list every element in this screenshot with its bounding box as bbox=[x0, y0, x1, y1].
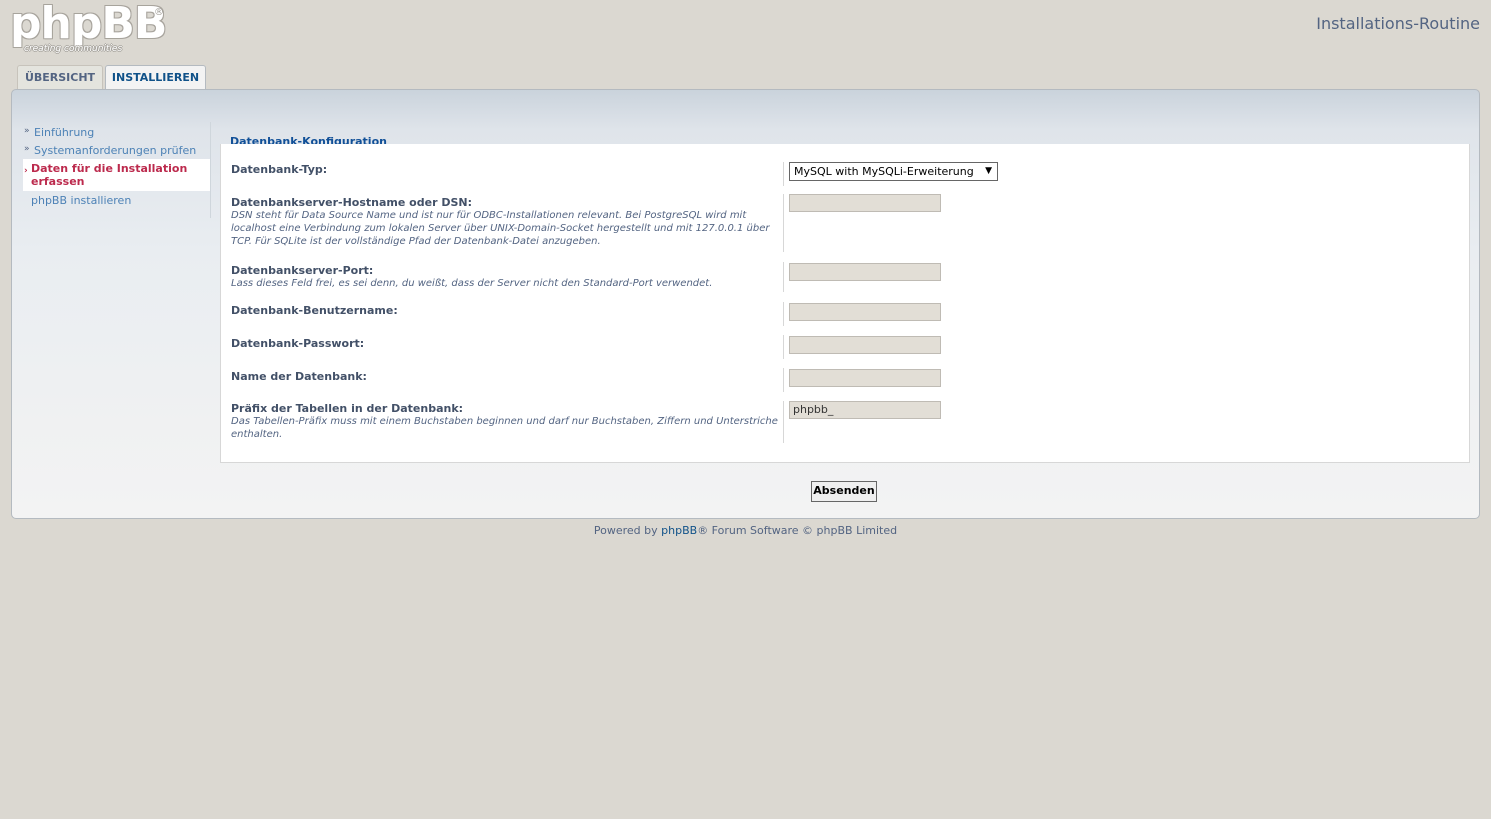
menu-item-label: Systemanforderungen prüfen bbox=[34, 144, 197, 157]
column-divider bbox=[783, 302, 784, 326]
db-host-input[interactable] bbox=[789, 194, 941, 212]
dropdown-caret-icon: ▼ bbox=[985, 166, 992, 176]
arrow-bullet-icon: › bbox=[24, 166, 28, 176]
table-prefix-input[interactable]: phpbb_ bbox=[789, 401, 941, 419]
db-port-input[interactable] bbox=[789, 263, 941, 281]
menu-item-label: Daten für die Installation erfassen bbox=[31, 162, 188, 188]
db-port-explain: Lass dieses Feld frei, es sei denn, du w… bbox=[231, 278, 713, 289]
logo[interactable]: phpBB ® creating communities bbox=[10, 0, 167, 56]
footer-phpbb-link[interactable]: phpBB bbox=[661, 524, 697, 537]
footer: Powered by phpBB® Forum Software © phpBB… bbox=[0, 524, 1491, 537]
menu-item-database-settings[interactable]: › Daten für die Installation erfassen bbox=[23, 159, 211, 191]
menu-item-install[interactable]: phpBB installieren bbox=[23, 191, 211, 209]
footer-suffix: ® Forum Software © phpBB Limited bbox=[697, 524, 898, 537]
row-db-port: Datenbankserver-Port: Lass dieses Feld f… bbox=[221, 262, 1469, 292]
menu-item-label: phpBB installieren bbox=[31, 194, 132, 207]
db-type-selected: MySQL with MySQLi-Erweiterung bbox=[794, 165, 974, 178]
db-host-label: Datenbankserver-Hostname oder DSN: bbox=[231, 196, 472, 209]
row-db-user: Datenbank-Benutzername: bbox=[221, 302, 1469, 326]
column-divider bbox=[783, 401, 784, 443]
db-name-label: Name der Datenbank: bbox=[231, 370, 367, 383]
checked-bullet-icon: » bbox=[24, 126, 30, 136]
tab-overview[interactable]: ÜBERSICHT bbox=[17, 65, 103, 90]
page-title: Installations-Routine bbox=[1316, 14, 1480, 33]
table-prefix-explain: Das Tabellen-Präfix muss mit einem Buchs… bbox=[231, 416, 778, 440]
row-db-type: Datenbank-Typ: MySQL with MySQLi-Erweite… bbox=[221, 162, 1469, 186]
db-password-input[interactable] bbox=[789, 336, 941, 354]
row-db-host: Datenbankserver-Hostname oder DSN: DSN s… bbox=[221, 194, 1469, 254]
menu-item-introduction[interactable]: » Einführung bbox=[23, 123, 211, 141]
row-db-password: Datenbank-Passwort: bbox=[221, 335, 1469, 359]
database-fieldset: Datenbank-Typ: MySQL with MySQLi-Erweite… bbox=[220, 144, 1470, 463]
db-name-input[interactable] bbox=[789, 369, 941, 387]
db-host-explain: DSN steht für Data Source Name und ist n… bbox=[231, 210, 770, 247]
menu-item-label: Einführung bbox=[34, 126, 95, 139]
db-password-label: Datenbank-Passwort: bbox=[231, 337, 365, 350]
row-db-name: Name der Datenbank: bbox=[221, 368, 1469, 392]
column-divider bbox=[783, 335, 784, 359]
db-type-label: Datenbank-Typ: bbox=[231, 163, 328, 176]
tab-install[interactable]: INSTALLIEREN bbox=[105, 65, 206, 91]
db-user-label: Datenbank-Benutzername: bbox=[231, 304, 398, 317]
logo-tagline: creating communities bbox=[24, 44, 123, 54]
column-divider bbox=[783, 262, 784, 292]
db-port-label: Datenbankserver-Port: bbox=[231, 264, 374, 277]
column-divider bbox=[783, 194, 784, 252]
logo-wordmark: phpBB bbox=[10, 0, 167, 49]
registered-mark: ® bbox=[154, 7, 164, 18]
db-type-select[interactable]: MySQL with MySQLi-Erweiterung ▼ bbox=[789, 162, 998, 181]
column-divider bbox=[783, 368, 784, 392]
main-panel: » Einführung » Systemanforderungen prüfen … bbox=[11, 89, 1480, 519]
menu-divider bbox=[210, 122, 211, 218]
footer-prefix: Powered by bbox=[593, 524, 658, 537]
column-divider bbox=[783, 162, 784, 186]
submit-button[interactable]: Absenden bbox=[811, 481, 877, 502]
row-table-prefix: Präfix der Tabellen in der Datenbank: Da… bbox=[221, 401, 1469, 445]
table-prefix-label: Präfix der Tabellen in der Datenbank: bbox=[231, 402, 464, 415]
step-menu: » Einführung » Systemanforderungen prüfen … bbox=[23, 123, 211, 209]
menu-item-requirements[interactable]: » Systemanforderungen prüfen bbox=[23, 141, 211, 159]
checked-bullet-icon: » bbox=[24, 144, 30, 154]
db-user-input[interactable] bbox=[789, 303, 941, 321]
